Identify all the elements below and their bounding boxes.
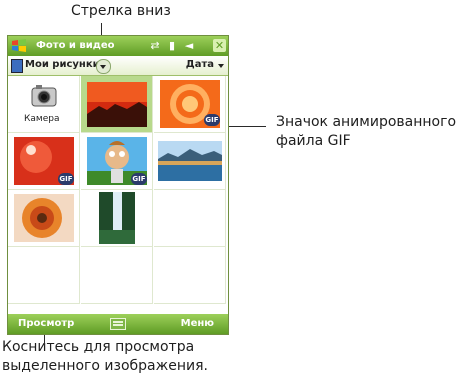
close-button[interactable]: ✕	[213, 39, 226, 52]
grid-cell-thumbnail[interactable]	[154, 133, 226, 190]
callout-tap-line2: выделенного изображения.	[2, 358, 208, 374]
callout-gif-line1: Значок анимированного	[276, 114, 457, 130]
keyboard-icon[interactable]	[110, 318, 126, 330]
folder-name[interactable]: Мои рисунки	[25, 59, 100, 70]
folder-toolbar: Мои рисунки Дата	[8, 56, 228, 76]
signal-icon[interactable]: ▮	[165, 39, 179, 53]
folder-icon	[11, 59, 23, 73]
pocketpc-screen: Фото и видео ⇄ ▮ ◄ ✕ Мои рисунки Дата Ка…	[7, 35, 229, 335]
window-title: Фото и видео	[36, 40, 115, 51]
grid-cell-camera[interactable]: Камера	[8, 76, 80, 133]
sunset-image	[87, 82, 147, 127]
gif-animation-icon: GIF	[58, 173, 74, 185]
grid-cell-thumbnail[interactable]	[81, 190, 153, 247]
grid-cell-empty	[8, 247, 80, 304]
camera-icon	[31, 85, 57, 107]
grid-cell-thumbnail[interactable]	[81, 76, 153, 133]
windows-start-icon[interactable]	[10, 37, 28, 55]
view-softkey[interactable]: Просмотр	[18, 318, 74, 329]
gif-animation-icon: GIF	[204, 114, 220, 126]
speaker-icon[interactable]: ◄	[182, 39, 196, 53]
callout-tap-line1: Коснитесь для просмотра	[2, 339, 195, 355]
callout-gif-line2: файла GIF	[276, 133, 351, 149]
grid-cell-empty	[154, 190, 226, 247]
camera-label: Камера	[24, 114, 60, 124]
menu-softkey[interactable]: Меню	[181, 318, 214, 329]
grid-cell-empty	[154, 247, 226, 304]
grid-cell-thumbnail[interactable]: GIF	[154, 76, 226, 133]
thumbnail-grid: Камера GIF GIF GIF	[8, 76, 228, 309]
sync-icon[interactable]: ⇄	[148, 39, 162, 53]
grid-cell-thumbnail[interactable]	[8, 190, 80, 247]
callout-gif-icon: Значок анимированного файла GIF	[276, 113, 456, 151]
folder-dropdown-button[interactable]	[96, 59, 111, 74]
title-bar: Фото и видео ⇄ ▮ ◄ ✕	[8, 36, 228, 56]
softkey-bar: Просмотр Меню	[8, 314, 228, 334]
callout-tap-to-view: Коснитесь для просмотра выделенного изоб…	[2, 338, 208, 376]
sort-dropdown[interactable]: Дата	[186, 59, 214, 70]
grid-cell-thumbnail[interactable]: GIF	[81, 133, 153, 190]
lake-landscape-image	[158, 141, 222, 181]
flower-image	[14, 194, 74, 242]
close-icon: ✕	[214, 39, 225, 52]
grid-cell-empty	[81, 247, 153, 304]
grid-cell-thumbnail[interactable]: GIF	[8, 133, 80, 190]
waterfall-image	[99, 192, 135, 244]
chevron-down-icon	[218, 64, 224, 68]
gif-animation-icon: GIF	[131, 173, 147, 185]
callout-down-arrow: Стрелка вниз	[71, 3, 171, 19]
callout-line-gif	[223, 126, 266, 127]
